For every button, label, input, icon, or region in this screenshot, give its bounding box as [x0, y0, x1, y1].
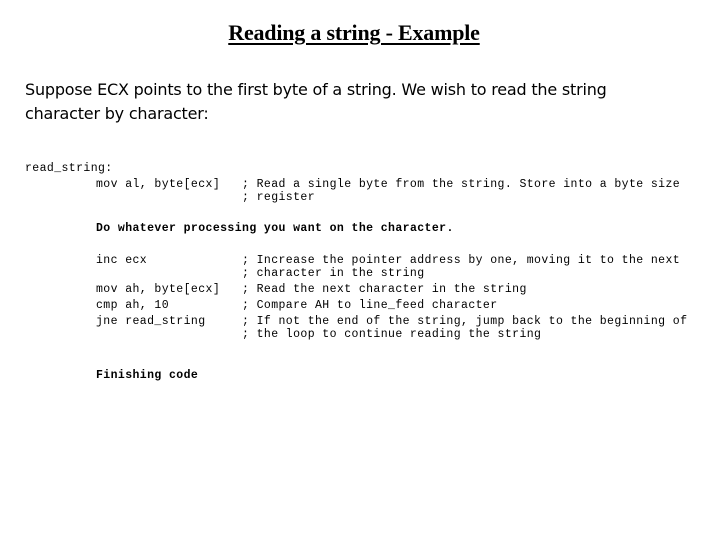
code-comment: ; Increase the pointer address by one, m… — [242, 254, 681, 267]
code-comment: ; register — [242, 191, 316, 204]
intro-line-2: character by character: — [25, 104, 209, 123]
code-comment: ; character in the string — [242, 267, 425, 280]
code-comment: ; Read the next character in the string — [242, 283, 527, 296]
code-comment: ; Compare AH to line_feed character — [242, 299, 498, 312]
finishing-note: Finishing code — [96, 369, 199, 382]
slide-title: Reading a string - Example — [228, 20, 480, 45]
intro-line-1: Suppose ECX points to the first byte of … — [25, 80, 607, 99]
code-instruction: mov al, byte[ecx] — [96, 178, 221, 191]
code-comment: ; If not the end of the string, jump bac… — [242, 315, 688, 328]
code-instruction: cmp ah, 10 — [96, 299, 170, 312]
code-comment: ; Read a single byte from the string. St… — [242, 178, 681, 191]
code-instruction: inc ecx — [96, 254, 148, 267]
code-label: read_string: — [25, 162, 113, 175]
intro-paragraph: Suppose ECX points to the first byte of … — [25, 78, 705, 126]
code-comment: ; the loop to continue reading the strin… — [242, 328, 542, 341]
processing-note: Do whatever processing you want on the c… — [96, 222, 454, 235]
code-instruction: mov ah, byte[ecx] — [96, 283, 221, 296]
code-instruction: jne read_string — [96, 315, 206, 328]
